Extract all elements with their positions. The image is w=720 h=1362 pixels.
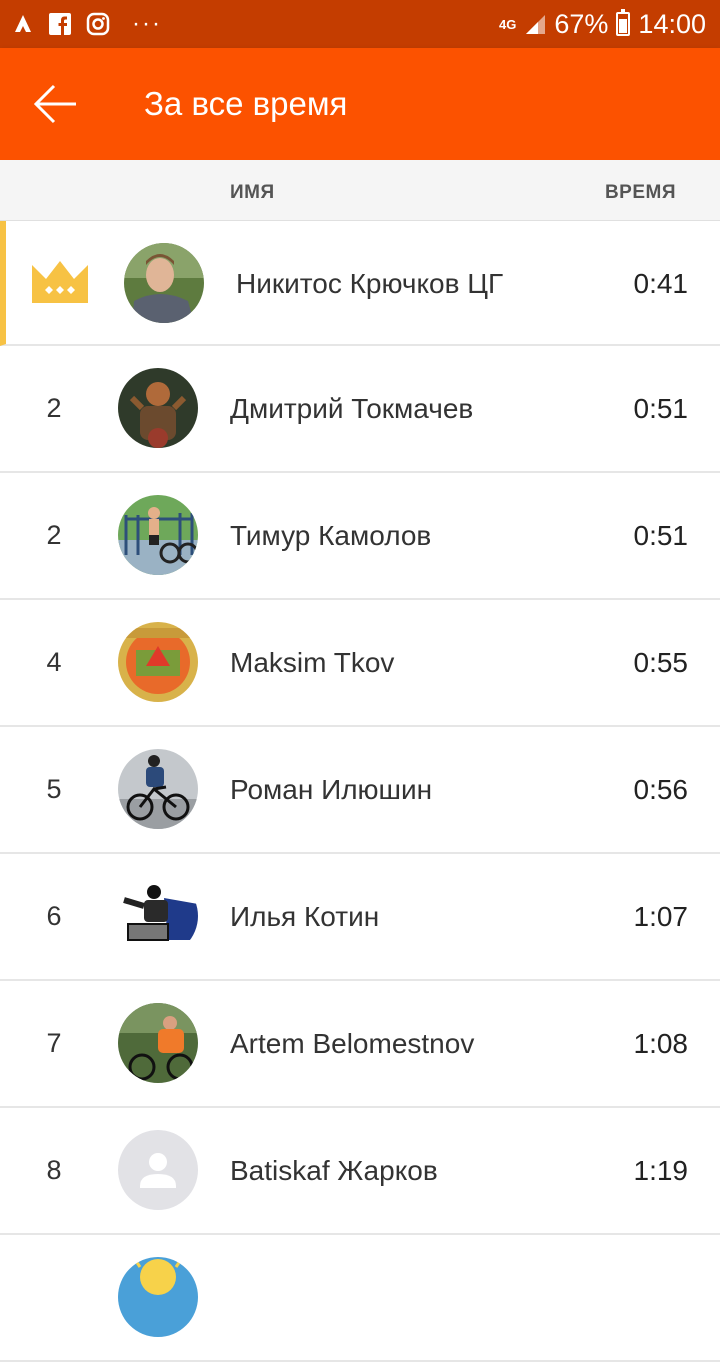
instagram-icon [86, 12, 110, 36]
segment-time: 1:19 [633, 1155, 689, 1186]
leaderboard-row[interactable] [0, 1235, 720, 1362]
leaderboard-list: Никитос Крючков ЦГ 0:41 2 Дмитрий Токмач… [0, 221, 720, 1362]
facebook-icon [49, 13, 71, 36]
leaderboard-row[interactable]: 6 Илья Котин 1:07 [0, 854, 720, 981]
rank: 2 [46, 393, 62, 423]
avatar[interactable] [118, 1257, 198, 1337]
leaderboard-row[interactable]: 4 Maksim Tkov 0:55 [0, 600, 720, 727]
status-bar: ··· 4G 67% 14:00 [0, 0, 720, 48]
leaderboard-row[interactable]: 7 Artem Belomestnov 1:08 [0, 981, 720, 1108]
segment-time: 1:08 [633, 1028, 689, 1059]
avatar[interactable] [118, 1003, 198, 1083]
app-bar: За все время [0, 48, 720, 160]
rank: 5 [46, 774, 62, 804]
segment-time: 0:56 [633, 774, 689, 805]
column-time-label: ВРЕМЯ [604, 182, 676, 203]
athlete-name: Artem Belomestnov [230, 1027, 475, 1059]
battery-percent: 67% [554, 8, 609, 39]
default-avatar-icon[interactable] [118, 1130, 198, 1210]
segment-time: 0:51 [633, 520, 689, 551]
athlete-name: Batiskaf Жарков [230, 1154, 438, 1186]
avatar[interactable] [124, 243, 204, 323]
more-dots-icon: ··· [132, 10, 162, 37]
crown-icon [32, 261, 88, 303]
leaderboard-row[interactable]: Никитос Крючков ЦГ 0:41 [0, 221, 720, 346]
athlete-name: Роман Илюшин [230, 773, 433, 805]
athlete-name: Maksim Tkov [230, 646, 395, 678]
column-name-label: ИМЯ [230, 182, 275, 203]
rank: 6 [46, 901, 62, 931]
leaderboard-row[interactable]: 5 Роман Илюшин 0:56 [0, 727, 720, 854]
avatar[interactable] [118, 876, 198, 956]
leaderboard-row[interactable]: 8 Batiskaf Жарков 1:19 [0, 1108, 720, 1235]
clock: 14:00 [638, 8, 706, 39]
rank: 2 [46, 520, 62, 550]
network-type: 4G [499, 16, 517, 32]
status-right: 4G 67% 14:00 [499, 8, 706, 40]
athlete-name: Тимур Камолов [230, 519, 432, 551]
segment-time: 1:07 [633, 901, 689, 932]
avatar[interactable] [118, 495, 198, 575]
rank: 8 [46, 1155, 62, 1185]
athlete-name: Дмитрий Токмачев [230, 392, 474, 424]
page-title: За все время [144, 85, 348, 122]
rank: 4 [46, 647, 62, 677]
signal-icon [526, 15, 546, 34]
segment-time: 0:51 [633, 393, 689, 424]
leaderboard-row[interactable]: 2 Тимур Камолов 0:51 [0, 473, 720, 600]
avatar[interactable] [118, 368, 198, 448]
leaderboard-row[interactable]: 2 Дмитрий Токмачев 0:51 [0, 346, 720, 473]
battery-icon [616, 9, 631, 36]
status-left: ··· [12, 8, 162, 40]
arrow-left-icon [33, 84, 76, 124]
avatar[interactable] [118, 622, 198, 702]
segment-time: 0:55 [633, 647, 689, 678]
segment-time: 0:41 [633, 268, 689, 299]
back-button[interactable] [24, 72, 88, 136]
athlete-name: Никитос Крючков ЦГ [236, 267, 504, 299]
rank: 7 [46, 1028, 62, 1058]
avatar[interactable] [118, 749, 198, 829]
athlete-name: Илья Котин [230, 900, 380, 932]
column-header: ИМЯ ВРЕМЯ [0, 160, 720, 221]
strava-icon [15, 15, 31, 32]
